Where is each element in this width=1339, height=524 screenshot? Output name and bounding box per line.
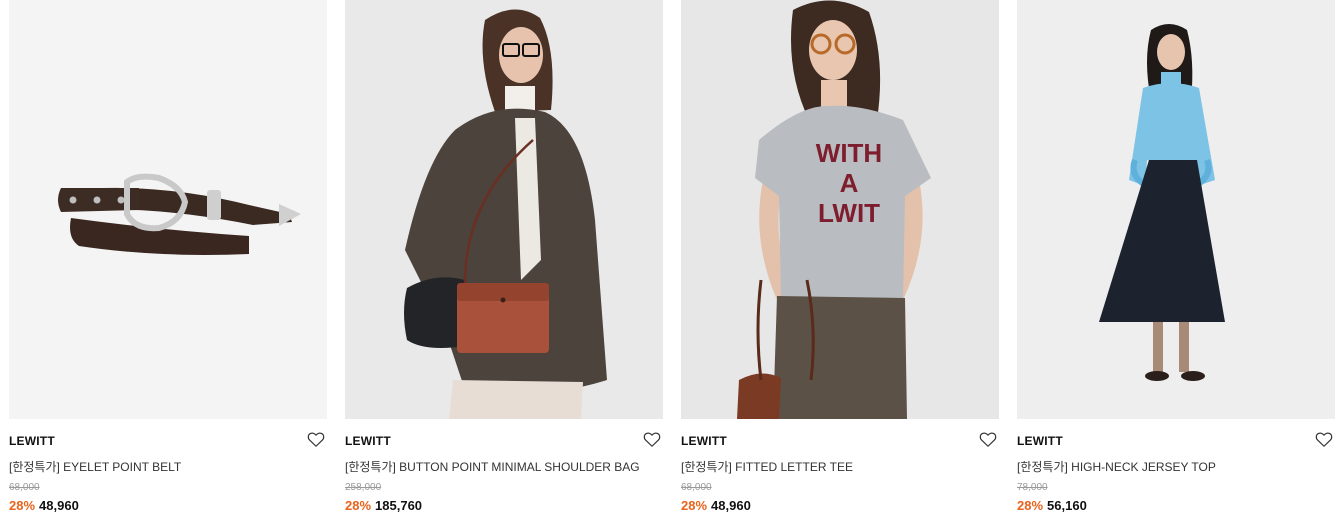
wishlist-heart-icon[interactable] [307, 431, 325, 448]
sale-price-line: 28% 185,760 [345, 498, 422, 513]
wishlist-heart-icon[interactable] [1315, 431, 1333, 448]
sale-price: 48,960 [711, 498, 751, 513]
product-brand[interactable]: LEWITT [1017, 434, 1063, 448]
product-name[interactable]: [한정특가] EYELET POINT BELT [9, 458, 181, 475]
original-price: 68,000 [9, 482, 40, 493]
discount-rate: 28% [681, 498, 708, 513]
product-card[interactable]: LEWITT [한정특가] HIGH-NECK JERSEY TOP 78,00… [1017, 0, 1335, 524]
discount-rate: 28% [9, 498, 36, 513]
model-with-shoulder-bag-photo [345, 0, 663, 419]
product-name[interactable]: [한정특가] HIGH-NECK JERSEY TOP [1017, 458, 1216, 475]
product-name[interactable]: [한정특가] FITTED LETTER TEE [681, 458, 853, 475]
original-price: 78,000 [1017, 482, 1048, 493]
model-in-jersey-top-photo [1017, 0, 1335, 419]
product-image-tee[interactable]: WITH A LWIT [681, 0, 999, 419]
sale-price-line: 28% 48,960 [9, 498, 79, 513]
sale-price-line: 28% 56,160 [1017, 498, 1087, 513]
discount-rate: 28% [345, 498, 372, 513]
wishlist-heart-icon[interactable] [979, 431, 997, 448]
product-brand[interactable]: LEWITT [345, 434, 391, 448]
tee-print-line-3: LWIT [818, 198, 880, 228]
product-image-bag[interactable] [345, 0, 663, 419]
original-price: 258,000 [345, 482, 382, 493]
product-grid: LEWITT [한정특가] EYELET POINT BELT 68,000 2… [0, 0, 1339, 524]
sale-price-line: 28% 48,960 [681, 498, 751, 513]
product-brand[interactable]: LEWITT [681, 434, 727, 448]
product-image-jersey-top[interactable] [1017, 0, 1335, 419]
sale-price: 56,160 [1047, 498, 1087, 513]
sale-price: 185,760 [375, 498, 423, 513]
wishlist-heart-icon[interactable] [643, 431, 661, 448]
product-name[interactable]: [한정특가] BUTTON POINT MINIMAL SHOULDER BAG [345, 458, 640, 475]
product-image-belt[interactable] [9, 0, 327, 419]
belt-product-photo [9, 0, 327, 419]
sale-price: 48,960 [39, 498, 79, 513]
original-price: 68,000 [681, 482, 712, 493]
product-card[interactable]: LEWITT [한정특가] EYELET POINT BELT 68,000 2… [9, 0, 327, 524]
product-card[interactable]: WITH A LWIT LEWITT [한정특가] FITTED LETTER … [681, 0, 999, 524]
tee-print-line-2: A [840, 168, 859, 198]
tee-print-line-1: WITH [816, 138, 882, 168]
discount-rate: 28% [1017, 498, 1044, 513]
product-card[interactable]: LEWITT [한정특가] BUTTON POINT MINIMAL SHOUL… [345, 0, 663, 524]
product-brand[interactable]: LEWITT [9, 434, 55, 448]
model-in-letter-tee-photo: WITH A LWIT [681, 0, 999, 419]
